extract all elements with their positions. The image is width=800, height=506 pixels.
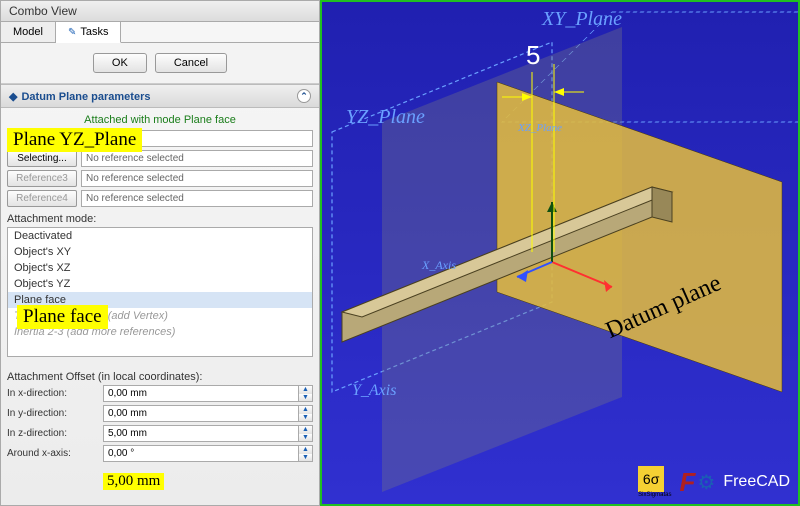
offset-y-spinner[interactable]: ▲▼ [103, 405, 313, 422]
offset-x-spinner[interactable]: ▲▼ [103, 385, 313, 402]
offset-z-input[interactable] [104, 426, 298, 441]
up-icon[interactable]: ▲ [299, 406, 312, 414]
freecad-gear-icon: ⚙ [697, 470, 715, 495]
offset-z-label: In z-direction: [7, 428, 97, 439]
viewport-y-axis-label: Y_Axis [352, 382, 396, 400]
tab-model[interactable]: Model [1, 22, 56, 42]
mode-inertia[interactable]: Inertia 2-3 (add more references) [8, 324, 312, 340]
around-x-spinner[interactable]: ▲▼ [103, 445, 313, 462]
section-title: Datum Plane parameters [21, 91, 150, 103]
ref3-input[interactable] [81, 170, 313, 187]
sixsigma-label: SixSigmatas [638, 492, 671, 498]
around-x-label: Around x-axis: [7, 448, 97, 459]
offset-x-input[interactable] [104, 386, 298, 401]
tab-tasks-label: Tasks [80, 26, 108, 38]
sixsigma-icon: 6σ [638, 466, 664, 492]
mode-xy[interactable]: Object's XY [8, 244, 312, 260]
ref3-button[interactable]: Reference3 [7, 170, 77, 187]
mode-tangent[interactable]: Tangent to surface (add Vertex) [8, 308, 312, 324]
offset-y-label: In y-direction: [7, 408, 97, 419]
ref4-input[interactable] [81, 190, 313, 207]
viewport-xy-label: XY_Plane [542, 8, 622, 31]
mode-deactivated[interactable]: Deactivated [8, 228, 312, 244]
section-header[interactable]: ◆ Datum Plane parameters ⌃ [1, 84, 319, 108]
mode-label: Attachment mode: [7, 213, 313, 225]
ok-button[interactable]: OK [93, 53, 147, 73]
watermark: 6σ SixSigmatas F ⚙ FreeCAD [638, 466, 790, 498]
mode-yz[interactable]: Object's YZ [8, 276, 312, 292]
offset-header: Attachment Offset (in local coordinates)… [7, 371, 313, 383]
ref2-input[interactable] [81, 150, 313, 167]
freecad-f-icon: F [679, 467, 695, 498]
tab-tasks[interactable]: ✎ Tasks [56, 22, 122, 43]
ref2-button[interactable]: Selecting... [7, 150, 77, 167]
attached-status: Attached with mode Plane face [7, 114, 313, 126]
up-icon[interactable]: ▲ [299, 426, 312, 434]
down-icon[interactable]: ▼ [299, 434, 312, 442]
mode-plane-face[interactable]: Plane face [8, 292, 312, 308]
attachment-mode-list[interactable]: Deactivated Object's XY Object's XZ Obje… [7, 227, 313, 357]
ref1-input[interactable] [81, 130, 313, 147]
panel-title: Combo View [1, 1, 319, 22]
cancel-button[interactable]: Cancel [155, 53, 227, 73]
task-body: Attached with mode Plane face Plane Sele… [1, 108, 319, 505]
down-icon[interactable]: ▼ [299, 414, 312, 422]
offset-z-spinner[interactable]: ▲▼ [103, 425, 313, 442]
ref1-button[interactable]: Plane [7, 130, 77, 147]
offset-x-label: In x-direction: [7, 388, 97, 399]
freecad-label: FreeCAD [723, 473, 790, 491]
viewport-x-axis-label: X_Axis [422, 258, 456, 273]
pencil-icon: ✎ [68, 27, 76, 38]
diamond-icon: ◆ [9, 91, 17, 103]
ref4-button[interactable]: Reference4 [7, 190, 77, 207]
scene-svg [322, 2, 800, 506]
mode-xz[interactable]: Object's XZ [8, 260, 312, 276]
dialog-buttons: OK Cancel [1, 43, 319, 84]
down-icon[interactable]: ▼ [299, 394, 312, 402]
dimension-value: 5 [526, 40, 540, 71]
tab-bar: Model ✎ Tasks [1, 22, 319, 43]
viewport-xz-small-label: XZ_Plane [518, 122, 562, 134]
combo-view-panel: Combo View Model ✎ Tasks OK Cancel ◆ Datum… [0, 0, 320, 506]
up-icon[interactable]: ▲ [299, 446, 312, 454]
collapse-icon[interactable]: ⌃ [297, 89, 311, 103]
down-icon[interactable]: ▼ [299, 454, 312, 462]
viewport-yz-label: YZ_Plane [346, 106, 425, 129]
around-x-input[interactable] [104, 446, 298, 461]
3d-viewport[interactable]: XY_Plane YZ_Plane XZ_Plane X_Axis Y_Axis… [320, 0, 800, 506]
up-icon[interactable]: ▲ [299, 386, 312, 394]
offset-y-input[interactable] [104, 406, 298, 421]
